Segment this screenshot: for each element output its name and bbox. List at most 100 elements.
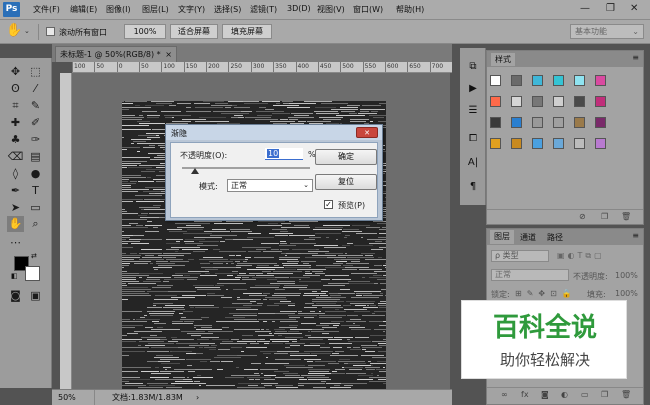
style-swatch[interactable]	[553, 117, 564, 128]
dialog-titlebar[interactable]: 渐隐 ✕	[166, 125, 382, 140]
style-swatch[interactable]	[574, 117, 585, 128]
style-swatch[interactable]	[553, 96, 564, 107]
style-swatch[interactable]	[490, 75, 501, 86]
properties-panel-icon[interactable]: ☰	[464, 102, 482, 120]
restore-button[interactable]: ❐	[606, 3, 615, 15]
type-tool-icon[interactable]: T	[27, 183, 44, 199]
style-swatch[interactable]	[511, 117, 522, 128]
link-layers-icon[interactable]: ∞	[501, 390, 508, 399]
panel-menu-icon[interactable]: ≡	[632, 53, 639, 62]
opacity-slider-track[interactable]	[182, 167, 310, 169]
layer-kind-filter[interactable]: ρ 类型	[491, 250, 549, 262]
style-swatch[interactable]	[511, 75, 522, 86]
style-swatch[interactable]	[532, 96, 543, 107]
style-swatch[interactable]	[595, 96, 606, 107]
opacity-slider-thumb[interactable]	[190, 168, 199, 174]
eyedropper-icon[interactable]: ✎	[27, 98, 44, 114]
magic-wand-icon[interactable]: ⁄	[27, 81, 44, 97]
fit-screen-button[interactable]: 适合屏幕	[170, 24, 218, 39]
hand-icon[interactable]: ✋	[6, 23, 22, 38]
style-swatch[interactable]	[553, 138, 564, 149]
style-swatch[interactable]	[574, 96, 585, 107]
brush-tool-icon[interactable]: ✐	[27, 115, 44, 131]
clone-stamp-icon[interactable]: ♣	[7, 132, 24, 148]
menu-view[interactable]: 视图(V)	[317, 4, 345, 15]
actions-panel-icon[interactable]: ▶	[464, 80, 482, 98]
menu-edit[interactable]: 编辑(E)	[70, 4, 97, 15]
eraser-tool-icon[interactable]: ⌫	[7, 149, 24, 165]
clear-style-icon[interactable]: ⊘	[579, 212, 586, 221]
character-panel-icon[interactable]: A|	[464, 154, 482, 172]
menu-image[interactable]: 图像(I)	[106, 4, 131, 15]
close-icon[interactable]: ×	[165, 47, 172, 62]
clone-source-icon[interactable]: ⧠	[464, 130, 482, 148]
preview-checkbox[interactable]: ✓	[324, 200, 333, 209]
layer-mask-icon[interactable]: ◙	[541, 390, 549, 399]
trash-icon[interactable]: 🗑	[621, 212, 631, 221]
menu-type[interactable]: 文字(Y)	[178, 4, 205, 15]
style-swatch[interactable]	[595, 138, 606, 149]
style-swatch[interactable]	[490, 96, 501, 107]
dialog-close-button[interactable]: ✕	[356, 127, 378, 138]
panel-menu-icon[interactable]: ≡	[632, 231, 639, 240]
history-brush-icon[interactable]: ✑	[27, 132, 44, 148]
reset-button[interactable]: 复位	[315, 174, 377, 190]
new-style-icon[interactable]: ❐	[601, 212, 608, 221]
crop-tool-icon[interactable]: ⌗	[7, 98, 24, 114]
lasso-tool-icon[interactable]: ʘ	[7, 81, 24, 97]
style-swatch[interactable]	[574, 75, 585, 86]
quick-mask-icon[interactable]: ◙	[7, 288, 24, 304]
tab-layers[interactable]: 图层	[490, 230, 514, 244]
ok-button[interactable]: 确定	[315, 149, 377, 165]
blur-tool-icon[interactable]: ◊	[7, 166, 24, 182]
style-swatch[interactable]	[595, 75, 606, 86]
screen-mode-icon[interactable]: ▣	[27, 288, 44, 304]
menu-help[interactable]: 帮助(H)	[396, 4, 424, 15]
dodge-tool-icon[interactable]: ●	[27, 166, 44, 182]
layer-opacity-value[interactable]: 100%	[615, 271, 638, 280]
style-swatch[interactable]	[574, 138, 585, 149]
styles-tab[interactable]: 样式	[491, 53, 515, 66]
background-color-swatch[interactable]	[25, 266, 40, 281]
path-select-icon[interactable]: ➤	[7, 200, 24, 216]
hand-tool-icon[interactable]: ✋	[7, 216, 24, 232]
style-swatch[interactable]	[511, 138, 522, 149]
style-swatch[interactable]	[532, 75, 543, 86]
menu-filter[interactable]: 滤镜(T)	[250, 4, 277, 15]
healing-brush-icon[interactable]: ✚	[7, 115, 24, 131]
pen-tool-icon[interactable]: ✒	[7, 183, 24, 199]
new-group-icon[interactable]: ▭	[581, 390, 589, 399]
document-tab[interactable]: 未标题-1 @ 50%(RGB/8) * ×	[55, 46, 177, 62]
style-swatch[interactable]	[532, 138, 543, 149]
paragraph-panel-icon[interactable]: ¶	[464, 178, 482, 196]
rectangle-tool-icon[interactable]: ▭	[27, 200, 44, 216]
zoom-100-button[interactable]: 100%	[124, 24, 166, 39]
style-swatch[interactable]	[595, 117, 606, 128]
blend-mode-select[interactable]: 正常	[491, 269, 569, 281]
chevron-right-icon[interactable]: ›	[196, 390, 199, 405]
chevron-down-icon[interactable]: ⌄	[24, 27, 30, 35]
move-tool-icon[interactable]: ✥	[7, 64, 24, 80]
style-swatch[interactable]	[511, 96, 522, 107]
trash-icon[interactable]: 🗑	[621, 390, 631, 399]
gradient-tool-icon[interactable]: ▤	[27, 149, 44, 165]
mode-select[interactable]: 正常 ⌄	[227, 179, 313, 192]
style-swatch[interactable]	[490, 117, 501, 128]
menu-layer[interactable]: 图层(L)	[142, 4, 169, 15]
style-swatch[interactable]	[553, 75, 564, 86]
menu-window[interactable]: 窗口(W)	[353, 4, 383, 15]
layer-fill-value[interactable]: 100%	[615, 289, 638, 298]
layer-style-icon[interactable]: fx	[521, 390, 529, 399]
menu-select[interactable]: 选择(S)	[214, 4, 241, 15]
default-colors-icon[interactable]: ◧	[11, 272, 18, 280]
new-layer-icon[interactable]: ❐	[601, 390, 608, 399]
tab-channels[interactable]: 通道	[520, 232, 536, 243]
status-zoom[interactable]: 50%	[58, 390, 76, 405]
fill-screen-button[interactable]: 填充屏幕	[222, 24, 272, 39]
menu-file[interactable]: 文件(F)	[33, 4, 60, 15]
lock-icons[interactable]: ⊞✎✥⊡🔒	[515, 289, 577, 298]
scroll-all-checkbox[interactable]	[46, 27, 55, 36]
zoom-tool-icon[interactable]: ⌕	[27, 216, 44, 232]
history-panel-icon[interactable]: ⧉	[464, 58, 482, 76]
layer-filter-icons[interactable]: ▣◐T⧉▢	[557, 251, 605, 261]
